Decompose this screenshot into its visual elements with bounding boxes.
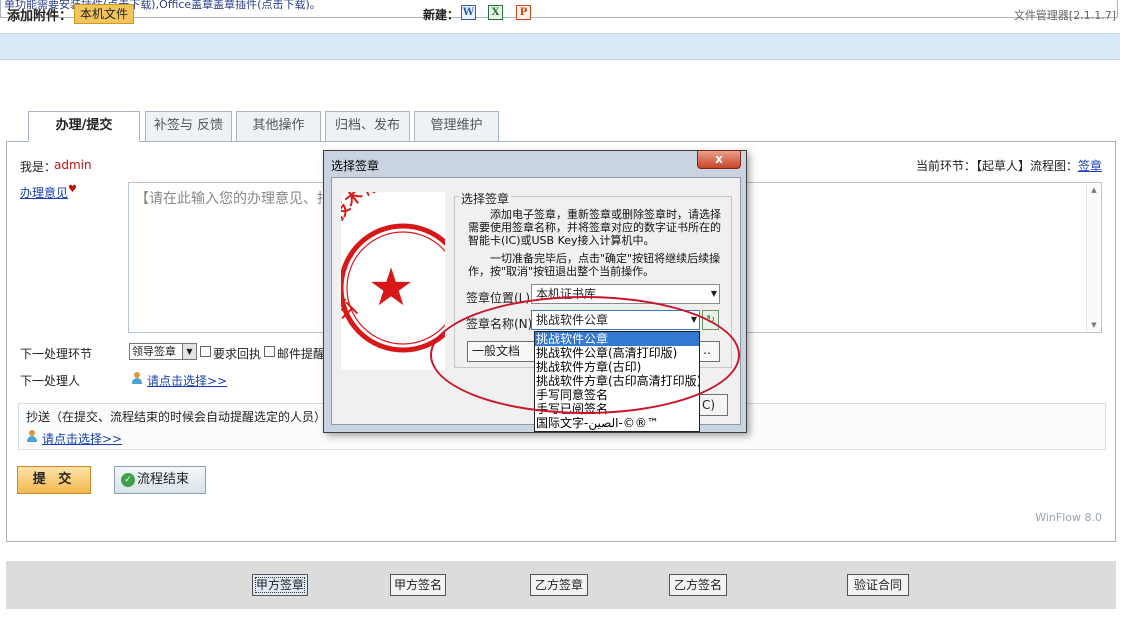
group-title: 选择签章 <box>459 190 512 207</box>
excel-icon[interactable]: X <box>488 5 503 20</box>
chevron-down-icon[interactable]: ▼ <box>711 285 717 303</box>
dialog-title: 选择签章 <box>331 159 380 173</box>
seal-name-select[interactable]: 挑战软件公章 ▼ <box>531 310 700 330</box>
close-icon[interactable]: x <box>697 150 741 169</box>
dropdown-option[interactable]: 挑战软件公章(高清打印版) <box>535 346 699 360</box>
seal-location-label: 签章位置(L) <box>466 291 531 305</box>
seal-location-value: 本机证书库 <box>536 287 597 301</box>
person-icon <box>131 372 142 385</box>
local-file-button[interactable]: 本机文件 <box>74 4 134 24</box>
next-step-label: 下一处理环节 <box>20 347 93 361</box>
mail-remind-checkbox[interactable] <box>264 346 275 357</box>
attachment-label: 添加附件： <box>7 9 73 24</box>
seal-star-icon: ★ <box>368 258 415 318</box>
next-step-value: 领导签章 <box>132 345 176 358</box>
dropdown-option[interactable]: 国际文字-الصين-©®™ <box>535 416 699 430</box>
refresh-icon[interactable]: ↻ <box>702 310 719 330</box>
tab-archive-publish[interactable]: 归档、发布 <box>325 111 410 141</box>
me-label: 我是： <box>20 160 57 174</box>
tab-sign-feedback[interactable]: 补签与 反馈 <box>145 111 232 141</box>
tab-other-operations[interactable]: 其他操作 <box>236 111 321 141</box>
next-handler-label: 下一处理人 <box>20 374 81 388</box>
heart-icon[interactable]: ♥ <box>68 184 77 195</box>
require-reply-checkbox[interactable] <box>200 346 211 357</box>
instruction-text-1: 添加电子签章，重新签章或删除签章时，请选择需要使用签章名称，并将签章对应的数字证… <box>468 208 721 247</box>
next-step-select[interactable]: 领导签章 ▼ <box>129 343 197 360</box>
verify-contract-button[interactable]: 验证合同 <box>847 574 909 596</box>
powerpoint-icon[interactable]: P <box>516 5 531 20</box>
party-b-seal-button[interactable]: 乙方签章 <box>530 574 588 596</box>
dropdown-option[interactable]: 挑战软件方章(古印) <box>535 360 699 374</box>
require-reply-label: 要求回执 <box>213 347 262 361</box>
seal-svg: 上海挑战软件技术有限公司 ★ <box>315 170 468 353</box>
opinion-label[interactable]: 办理意见 <box>20 184 68 201</box>
scroll-down-icon[interactable]: ▼ <box>1087 319 1101 331</box>
dropdown-option[interactable]: 手写已阅签名 <box>535 402 699 416</box>
attachment-bar <box>0 33 1120 60</box>
new-document-label: 新建： <box>423 8 460 22</box>
current-user: admin <box>54 158 92 172</box>
person-icon <box>26 430 37 443</box>
seal-preview-image: 上海挑战软件技术有限公司 ★ <box>315 170 468 370</box>
cc-label: 抄送（在提交、流程结束的时候会自动提醒选定的人员） <box>26 410 327 424</box>
instruction-text-2: 一切准备完毕后，点击"确定"按钮将继续后续操作，按"取消"按钮退出整个当前操作。 <box>468 252 721 278</box>
submit-button[interactable]: 提 交 <box>17 466 91 494</box>
dropdown-option[interactable]: 挑战软件公章 <box>535 332 699 346</box>
chevron-down-icon[interactable]: ▼ <box>691 311 697 329</box>
current-step-text: 当前环节：【起草人】流程图： <box>915 159 1078 173</box>
footer-brand: WinFlow 8.0 <box>1035 511 1102 524</box>
party-b-sign-button[interactable]: 乙方签名 <box>669 574 727 596</box>
chevron-down-icon[interactable]: ▼ <box>182 344 196 359</box>
choose-cc-link[interactable]: 请点击选择>> <box>42 430 122 447</box>
seal-name-label: 签章名称(N) <box>466 317 533 331</box>
file-manager-version: 文件管理器[2.1.1.7] <box>1013 9 1116 22</box>
seal-location-select[interactable]: 本机证书库 ▼ <box>531 284 720 304</box>
tab-admin-maintenance[interactable]: 管理维护 <box>414 111 499 141</box>
dropdown-option[interactable]: 挑战软件方章(古印高清打印版) <box>535 374 699 388</box>
scroll-up-icon[interactable]: ▲ <box>1087 184 1101 196</box>
dropdown-option[interactable]: 手写同意签名 <box>535 388 699 402</box>
document-type-button[interactable]: 一般文档 <box>467 341 535 362</box>
seal-name-value: 挑战软件公章 <box>536 313 609 327</box>
party-a-seal-button[interactable]: 甲方签章 <box>252 574 308 596</box>
tab-handle-submit[interactable]: 办理/提交 <box>28 111 140 142</box>
choose-handler-link[interactable]: 请点击选择>> <box>147 372 227 389</box>
word-icon[interactable]: W <box>461 5 476 20</box>
party-a-sign-button[interactable]: 甲方签名 <box>390 574 446 596</box>
check-icon: ✓ <box>121 473 135 487</box>
flow-chart-link[interactable]: 签章 <box>1078 159 1102 173</box>
current-step-info: 当前环节：【起草人】流程图：签章 <box>916 157 1102 174</box>
seal-name-dropdown[interactable]: 挑战软件公章 挑战软件公章(高清打印版) 挑战软件方章(古印) 挑战软件方章(古… <box>534 331 700 432</box>
mail-remind-label: 邮件提醒 <box>277 347 326 361</box>
opinion-scrollbar[interactable]: ▲ ▼ <box>1086 184 1100 331</box>
